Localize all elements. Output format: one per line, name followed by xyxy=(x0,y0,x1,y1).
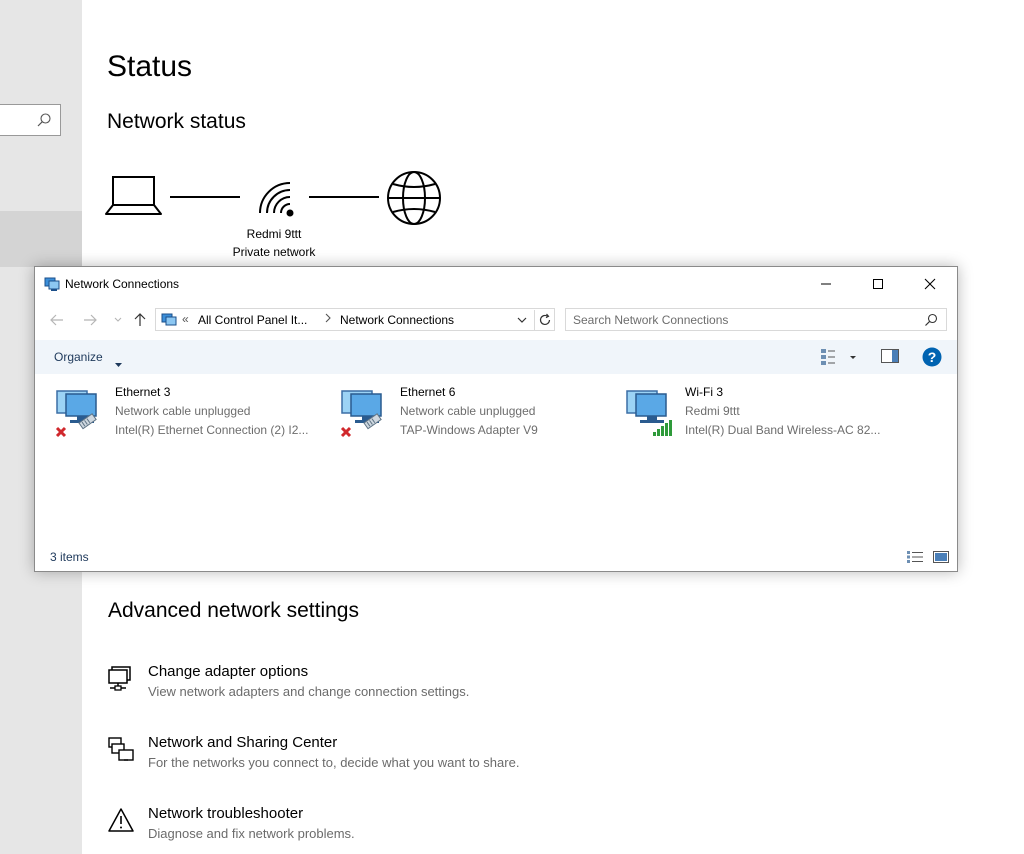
ethernet-disconnected-icon xyxy=(53,385,107,439)
back-arrow-icon xyxy=(50,314,63,326)
chevron-down-icon xyxy=(517,317,527,323)
help-icon: ? xyxy=(922,347,942,367)
forward-arrow-icon xyxy=(84,314,97,326)
nav-item-status-selected[interactable] xyxy=(0,211,82,267)
search-icon[interactable] xyxy=(924,313,938,332)
connection-adapter: Intel(R) Ethernet Connection (2) I2... xyxy=(115,423,309,437)
address-dropdown-button[interactable] xyxy=(514,312,530,328)
connection-item-ethernet-3[interactable]: Ethernet 3 Network cable unplugged Intel… xyxy=(35,381,320,447)
up-arrow-icon xyxy=(134,313,146,326)
preview-pane-button[interactable] xyxy=(881,349,899,368)
up-button[interactable] xyxy=(131,310,149,330)
maximize-icon xyxy=(873,278,883,289)
help-button[interactable]: ? xyxy=(922,347,942,372)
breadcrumb-separator-icon[interactable] xyxy=(324,312,332,327)
close-button[interactable] xyxy=(907,267,953,300)
breadcrumb-control-panel[interactable]: All Control Panel It... xyxy=(198,313,307,327)
change-adapter-options-link[interactable]: Change adapter options View network adap… xyxy=(106,663,626,709)
svg-text:?: ? xyxy=(928,349,937,365)
adapter-icon xyxy=(106,663,136,693)
command-bar: Organize ? xyxy=(35,340,957,374)
recent-locations-button[interactable] xyxy=(109,310,127,330)
network-status-diagram xyxy=(105,171,441,225)
connections-list: Ethernet 3 Network cable unplugged Intel… xyxy=(35,374,957,544)
adv-item-title: Network and Sharing Center xyxy=(148,734,338,751)
advanced-settings-heading: Advanced network settings xyxy=(108,599,359,622)
minimize-icon xyxy=(821,283,831,284)
organize-menu-button[interactable]: Organize xyxy=(54,350,103,364)
search-icon xyxy=(36,112,52,133)
search-input[interactable] xyxy=(566,309,913,330)
network-status-heading: Network status xyxy=(107,110,246,133)
item-count: 3 items xyxy=(50,550,89,564)
forward-button[interactable] xyxy=(81,310,99,330)
adv-item-description: For the networks you connect to, decide … xyxy=(148,755,520,770)
wifi-signal-icon xyxy=(623,385,677,439)
connection-name: Ethernet 3 xyxy=(115,385,171,399)
adv-item-title: Change adapter options xyxy=(148,663,309,680)
preview-pane-icon xyxy=(881,349,899,363)
connection-name: Wi-Fi 3 xyxy=(685,385,723,399)
adv-item-description: Diagnose and fix network problems. xyxy=(148,826,355,841)
adv-item-title: Network troubleshooter xyxy=(148,805,304,822)
control-panel-icon xyxy=(161,312,177,333)
connection-adapter: TAP-Windows Adapter V9 xyxy=(400,423,538,437)
change-view-button[interactable] xyxy=(821,348,857,366)
ethernet-disconnected-icon xyxy=(338,385,392,439)
connection-status: Network cable unplugged xyxy=(115,404,251,418)
connection-status: Redmi 9ttt xyxy=(685,404,740,418)
address-row: « All Control Panel It... Network Connec… xyxy=(35,303,957,337)
network-connections-window: Network Connections « All Control Panel … xyxy=(34,266,958,572)
connection-name: Ethernet 6 xyxy=(400,385,456,399)
warning-icon xyxy=(106,805,136,835)
status-bar: 3 items xyxy=(35,547,957,571)
network-sharing-center-link[interactable]: Network and Sharing Center For the netwo… xyxy=(106,734,626,780)
chevron-down-icon xyxy=(114,317,122,322)
details-view-icon xyxy=(907,551,923,563)
settings-search-box[interactable] xyxy=(0,104,61,136)
adv-item-description: View network adapters and change connect… xyxy=(148,684,470,699)
connection-item-ethernet-6[interactable]: Ethernet 6 Network cable unplugged TAP-W… xyxy=(320,381,605,447)
large-icons-view-button[interactable] xyxy=(933,550,949,569)
window-title: Network Connections xyxy=(65,277,180,291)
connection-status: Network cable unplugged xyxy=(400,404,536,418)
close-icon xyxy=(924,278,936,289)
page-title: Status xyxy=(107,50,193,83)
search-box[interactable] xyxy=(565,308,947,331)
connection-adapter: Intel(R) Dual Band Wireless-AC 82... xyxy=(685,423,881,437)
view-options-icon xyxy=(821,349,856,365)
refresh-icon xyxy=(539,313,551,326)
network-troubleshooter-link[interactable]: Network troubleshooter Diagnose and fix … xyxy=(106,805,626,851)
laptop-icon xyxy=(105,176,162,215)
network-ssid: Redmi 9ttt xyxy=(246,227,302,241)
address-overflow-chevron[interactable]: « xyxy=(182,312,189,326)
globe-icon xyxy=(387,171,441,225)
minimize-button[interactable] xyxy=(803,267,849,300)
title-bar[interactable]: Network Connections xyxy=(35,267,957,300)
wifi-icon xyxy=(259,182,294,217)
breadcrumb-network-connections[interactable]: Network Connections xyxy=(340,313,454,327)
sharing-center-icon xyxy=(106,734,136,764)
maximize-button[interactable] xyxy=(855,267,901,300)
details-view-button[interactable] xyxy=(907,550,923,569)
dropdown-arrow-icon[interactable] xyxy=(115,354,122,372)
back-button[interactable] xyxy=(48,310,66,330)
network-type: Private network xyxy=(232,245,316,259)
connection-item-wifi-3[interactable]: Wi-Fi 3 Redmi 9ttt Intel(R) Dual Band Wi… xyxy=(605,381,890,447)
address-bar[interactable]: « All Control Panel It... Network Connec… xyxy=(155,308,555,331)
network-connections-icon xyxy=(44,276,60,297)
refresh-button[interactable] xyxy=(534,310,555,330)
large-icons-view-icon xyxy=(933,551,949,563)
